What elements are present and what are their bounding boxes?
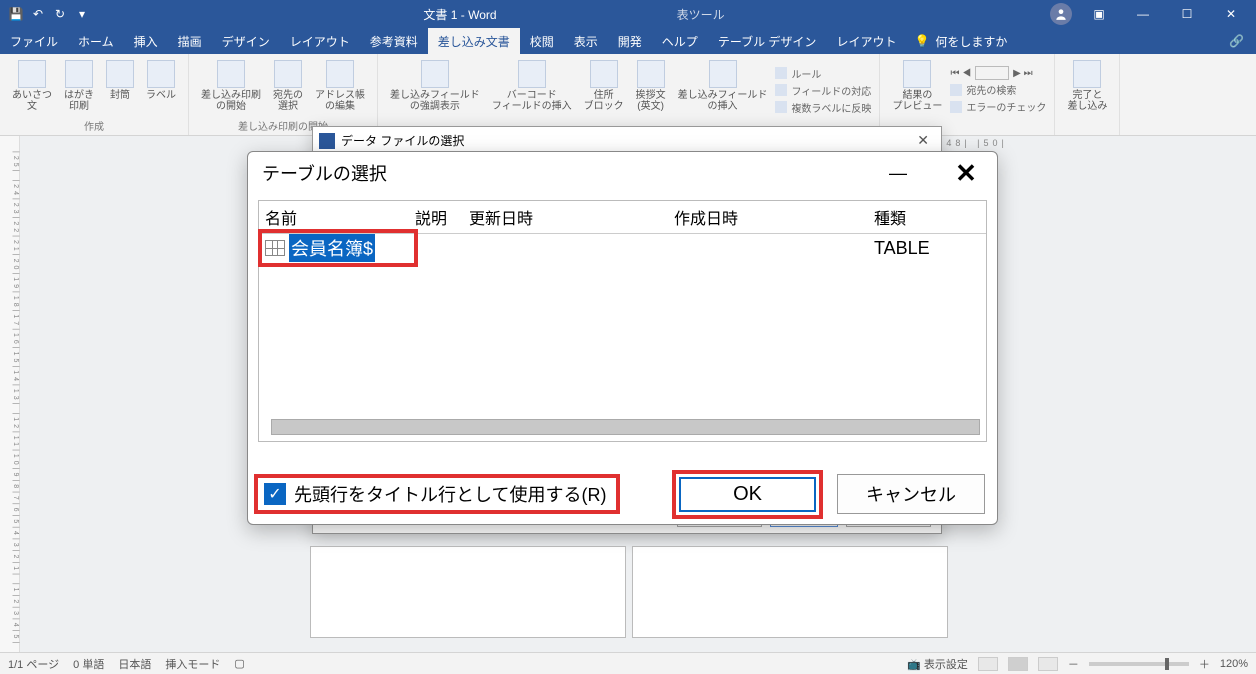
quick-access-toolbar: 💾 ↶ ↻ ▾ [0, 6, 98, 22]
tab-references[interactable]: 参考資料 [360, 28, 428, 54]
address-block-button[interactable]: 住所 ブロック [580, 58, 628, 122]
status-page[interactable]: 1/1 ページ [8, 656, 59, 672]
first-row-header-checkbox[interactable]: ✓ 先頭行をタイトル行として使用する(R) [254, 474, 620, 514]
select-recipients-button[interactable]: 宛先の 選択 [269, 58, 307, 118]
dialog-close-button[interactable]: ✕ [949, 156, 983, 190]
preview-results-button[interactable]: 結果の プレビュー [888, 58, 946, 122]
tab-developer[interactable]: 開発 [608, 28, 652, 54]
tab-draw[interactable]: 描画 [168, 28, 212, 54]
display-settings-button[interactable]: 📺 表示設定 [907, 656, 968, 672]
col-updated[interactable]: 更新日時 [463, 201, 668, 233]
tab-view[interactable]: 表示 [564, 28, 608, 54]
tab-table-design[interactable]: テーブル デザイン [708, 28, 827, 54]
label-card [310, 546, 626, 638]
horizontal-ruler-marks: |48| |50| [940, 138, 1008, 148]
lightbulb-icon: 💡 [914, 34, 929, 48]
greeting-line-button[interactable]: 挨拶文 (英文) [632, 58, 670, 122]
close-button[interactable]: ✕ [1210, 0, 1252, 28]
maximize-button[interactable]: ☐ [1166, 0, 1208, 28]
document-area: |25| |24|23|22|21|20|19|18|17|16|15|14|1… [0, 136, 1256, 658]
update-labels-button[interactable]: 複数ラベルに反映 [775, 100, 871, 115]
zoom-level[interactable]: 120% [1220, 658, 1248, 670]
table-row-type: TABLE [868, 238, 986, 259]
cancel-button[interactable]: キャンセル [837, 474, 985, 514]
status-words[interactable]: 0 単語 [73, 656, 104, 672]
zoom-slider[interactable] [1089, 662, 1189, 666]
barcode-button[interactable]: バーコード フィールドの挿入 [488, 58, 576, 122]
status-insert-mode[interactable]: 挿入モード [165, 656, 220, 672]
tab-help[interactable]: ヘルプ [652, 28, 708, 54]
status-language[interactable]: 日本語 [118, 656, 151, 672]
contextual-tools-label: 表ツール [677, 6, 725, 23]
minimize-button[interactable]: — [1122, 0, 1164, 28]
tab-layout[interactable]: レイアウト [280, 28, 360, 54]
dialog-minimize-button[interactable]: — [881, 156, 915, 190]
file-dialog-title: データ ファイルの選択 [341, 132, 464, 149]
tab-file[interactable]: ファイル [0, 28, 68, 54]
table-select-title: テーブルの選択 [262, 160, 387, 186]
title-bar: 💾 ↶ ↻ ▾ 文書 1 - Word 表ツール ▣ — ☐ ✕ [0, 0, 1256, 28]
col-created[interactable]: 作成日時 [668, 201, 868, 233]
ribbon-tabs: ファイル ホーム 挿入 描画 デザイン レイアウト 参考資料 差し込み文書 校閲… [0, 28, 1256, 54]
status-bar: 1/1 ページ 0 単語 日本語 挿入モード ▢ 📺 表示設定 － ＋ 120% [0, 652, 1256, 674]
zoom-out-button[interactable]: － [1068, 656, 1079, 672]
table-icon [265, 240, 285, 256]
tab-mailings[interactable]: 差し込み文書 [428, 28, 520, 54]
greeting-button[interactable]: あいさつ 文 [8, 58, 56, 118]
zoom-in-button[interactable]: ＋ [1199, 656, 1210, 672]
redo-icon[interactable]: ↻ [52, 6, 68, 22]
label-button[interactable]: ラベル [142, 58, 180, 118]
label-card [632, 546, 948, 638]
account-avatar[interactable] [1050, 3, 1072, 25]
group-create-label: 作成 [8, 118, 180, 133]
hagaki-button[interactable]: はがき 印刷 [60, 58, 98, 118]
tab-insert[interactable]: 挿入 [124, 28, 168, 54]
tab-review[interactable]: 校閲 [520, 28, 564, 54]
tab-design[interactable]: デザイン [212, 28, 280, 54]
view-web-layout-icon[interactable] [1038, 657, 1058, 671]
table-list[interactable]: 名前 説明 更新日時 作成日時 種類 会員名簿$ TABLE [258, 200, 987, 442]
tab-home[interactable]: ホーム [68, 28, 124, 54]
highlight-fields-button[interactable]: 差し込みフィールド の強調表示 [386, 58, 484, 122]
check-errors-button[interactable]: エラーのチェック [950, 99, 1046, 114]
dialog-maximize-button[interactable] [915, 156, 949, 190]
table-list-header: 名前 説明 更新日時 作成日時 種類 [259, 201, 986, 234]
save-icon[interactable]: 💾 [8, 6, 24, 22]
insert-merge-field-button[interactable]: 差し込みフィールド の挿入 [674, 58, 772, 122]
qat-customize-icon[interactable]: ▾ [74, 6, 90, 22]
horizontal-scrollbar[interactable] [271, 419, 980, 435]
edit-recipients-button[interactable]: アドレス帳 の編集 [311, 58, 369, 118]
finish-merge-button[interactable]: 完了と 差し込み [1063, 58, 1111, 122]
word-icon [319, 133, 335, 149]
col-name[interactable]: 名前 [259, 201, 409, 233]
table-row-name: 会員名簿$ [289, 234, 375, 262]
rules-button[interactable]: ルール [775, 66, 871, 81]
macro-record-icon[interactable]: ▢ [234, 657, 244, 670]
record-nav[interactable]: ⏮ ◀▶ ⏭ [950, 66, 1046, 80]
undo-icon[interactable]: ↶ [30, 6, 46, 22]
ribbon-display-options-icon[interactable]: ▣ [1078, 0, 1120, 28]
view-read-mode-icon[interactable] [978, 657, 998, 671]
col-desc[interactable]: 説明 [409, 201, 463, 233]
table-row[interactable]: 会員名簿$ TABLE [259, 234, 986, 262]
ok-button-highlight: OK [672, 470, 823, 519]
table-select-dialog: テーブルの選択 — ✕ 名前 説明 更新日時 作成日時 種類 会員名簿$ [247, 151, 998, 525]
view-print-layout-icon[interactable] [1008, 657, 1028, 671]
tab-table-layout[interactable]: レイアウト [826, 28, 906, 54]
file-dialog-close-icon[interactable]: ✕ [911, 132, 935, 149]
document-title: 文書 1 - Word [423, 6, 496, 23]
ribbon-body: あいさつ 文 はがき 印刷 封筒 ラベル 作成 差し込み印刷 の開始 宛先の 選… [0, 54, 1256, 136]
vertical-ruler: |25| |24|23|22|21|20|19|18|17|16|15|14|1… [0, 136, 20, 658]
share-button[interactable]: 🔗 [1217, 28, 1256, 54]
match-fields-button[interactable]: フィールドの対応 [775, 83, 871, 98]
tell-me-search[interactable]: 💡 何をしますか [914, 28, 1007, 54]
envelope-button[interactable]: 封筒 [102, 58, 138, 118]
checkbox-checked-icon: ✓ [264, 483, 286, 505]
start-merge-button[interactable]: 差し込み印刷 の開始 [197, 58, 265, 118]
checkbox-label: 先頭行をタイトル行として使用する(R) [294, 481, 606, 507]
col-type[interactable]: 種類 [868, 201, 986, 233]
find-recipient-button[interactable]: 宛先の検索 [950, 82, 1046, 97]
ok-button[interactable]: OK [679, 477, 816, 512]
